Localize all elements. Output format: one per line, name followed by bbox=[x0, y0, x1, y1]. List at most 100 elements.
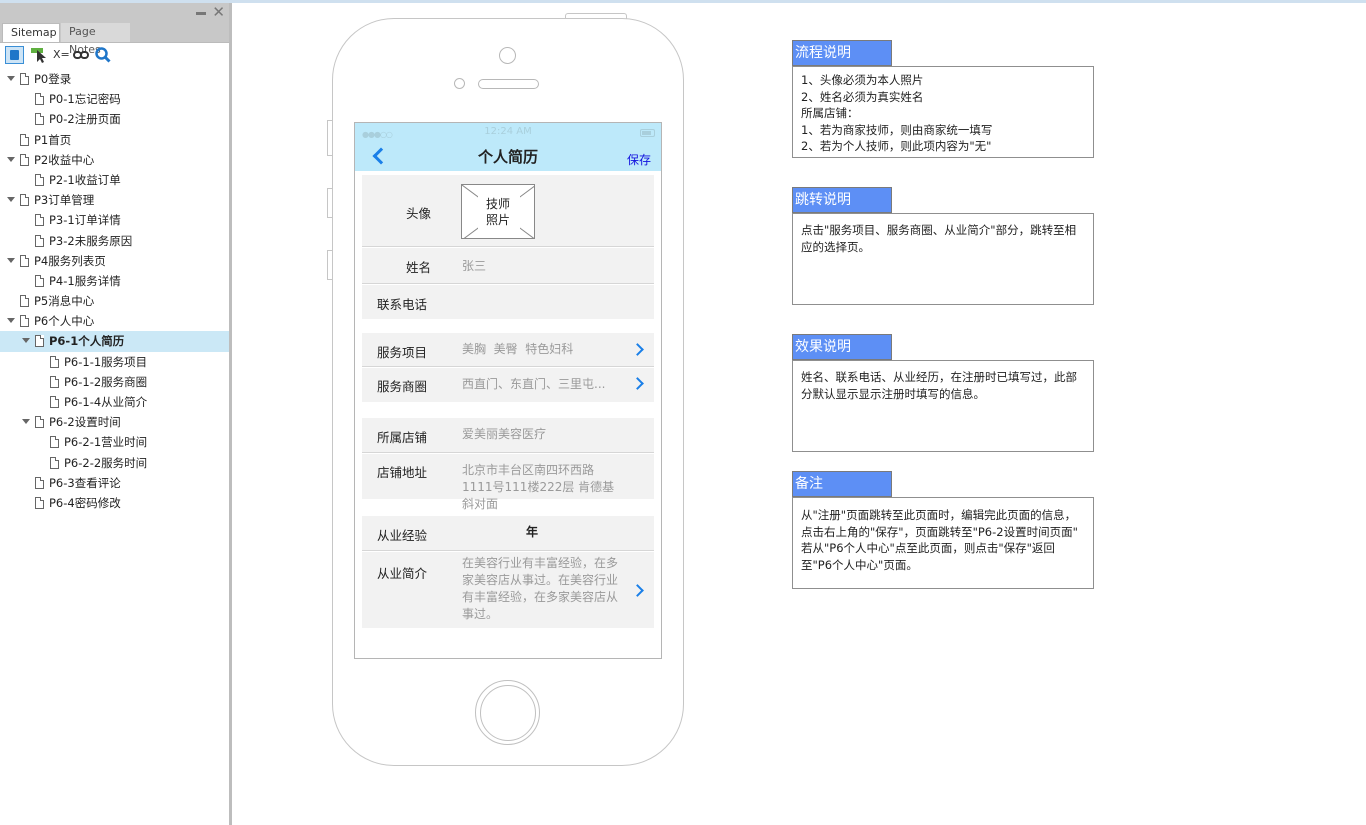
sitemap-item-label: P2-1收益订单 bbox=[49, 172, 121, 187]
caret-down-icon[interactable] bbox=[7, 318, 15, 324]
shop-address-row: 店铺地址 北京市丰台区南四环西路1111号111楼222层 肯德基斜对面 bbox=[362, 454, 654, 511]
sitemap-item[interactable]: P6个人中心 bbox=[0, 311, 230, 331]
sitemap-item-label: P6个人中心 bbox=[34, 314, 95, 329]
page-icon bbox=[35, 274, 44, 287]
experience-label: 从业经验 bbox=[377, 528, 428, 543]
page-icon bbox=[35, 476, 44, 489]
sitemap-item[interactable]: P3-1订单详情 bbox=[0, 210, 230, 230]
sitemap-item-label: P5消息中心 bbox=[34, 294, 95, 309]
mute-switch bbox=[327, 120, 332, 156]
sitemap-item[interactable]: P6-4密码修改 bbox=[0, 493, 230, 513]
tab-sitemap[interactable]: Sitemap bbox=[2, 23, 60, 42]
sitemap-item-label: P3-2未服务原因 bbox=[49, 233, 133, 248]
panel-splitter[interactable] bbox=[229, 3, 232, 825]
avatar-image-placeholder[interactable]: 技师 照片 bbox=[461, 184, 535, 239]
save-button[interactable]: 保存 bbox=[627, 151, 651, 168]
camera-icon bbox=[499, 47, 516, 64]
page-icon bbox=[20, 73, 29, 85]
experience-value[interactable]: 年 bbox=[526, 524, 538, 541]
close-icon[interactable]: ✕ bbox=[212, 4, 225, 20]
sitemap-item[interactable]: P6-1-2服务商圈 bbox=[0, 372, 230, 392]
intro-row[interactable]: 从业简介 在美容行业有丰富经验，在多家美容店从事过。在美容行业有丰富经验，在多家… bbox=[362, 552, 654, 628]
chevron-right-icon[interactable] bbox=[631, 584, 644, 597]
sitemap-item[interactable]: P6-1-4从业简介 bbox=[0, 392, 230, 412]
chevron-right-icon[interactable] bbox=[631, 343, 644, 356]
sitemap-item[interactable]: P6-3查看评论 bbox=[0, 473, 230, 493]
note-title-remark: 备注 bbox=[792, 471, 892, 497]
page-icon bbox=[35, 214, 44, 227]
service-items-row[interactable]: 服务项目 美胸 美臀 特色妇科 bbox=[362, 333, 654, 367]
volume-up-button bbox=[327, 188, 332, 218]
battery-icon bbox=[640, 129, 655, 137]
page-icon bbox=[35, 173, 44, 186]
page-icon bbox=[35, 496, 44, 509]
experience-row[interactable]: 从业经验 年 bbox=[362, 516, 654, 551]
caret-down-icon[interactable] bbox=[22, 419, 30, 425]
sitemap-item[interactable]: P6-2-2服务时间 bbox=[0, 453, 230, 473]
sitemap-item[interactable]: P6-2设置时间 bbox=[0, 412, 230, 432]
sitemap-item-label: P2收益中心 bbox=[34, 152, 95, 167]
sitemap-item[interactable]: P4-1服务详情 bbox=[0, 271, 230, 291]
caret-down-icon[interactable] bbox=[7, 156, 15, 162]
pages-icon[interactable] bbox=[5, 46, 24, 64]
phone-row[interactable]: 联系电话 bbox=[362, 285, 654, 319]
search-icon[interactable] bbox=[95, 46, 111, 64]
phone-screen: ●●●○○ 12:24 AM 个人简历 保存 头像 技师 照片 姓名 张三 联系… bbox=[354, 122, 662, 659]
sitemap-item-label: P3订单管理 bbox=[34, 193, 95, 208]
name-row[interactable]: 姓名 张三 bbox=[362, 248, 654, 284]
caret-down-icon[interactable] bbox=[7, 76, 15, 81]
page-icon bbox=[20, 295, 29, 308]
page-icon bbox=[35, 335, 44, 348]
service-area-row[interactable]: 服务商圈 西直门、东直门、三里屯... bbox=[362, 368, 654, 402]
avatar-row[interactable]: 头像 技师 照片 bbox=[362, 175, 654, 247]
note-body-flow: 1、头像必须为本人照片 2、姓名必须为真实姓名 所属店铺： 1、若为商家技师，则… bbox=[792, 66, 1094, 158]
page-icon bbox=[20, 153, 29, 166]
sitemap-item[interactable]: P3订单管理 bbox=[0, 190, 230, 210]
shop-value: 爱美丽美容医疗 bbox=[462, 427, 547, 441]
name-label: 姓名 bbox=[406, 260, 432, 275]
pointer-icon[interactable] bbox=[31, 46, 47, 64]
page-icon bbox=[50, 436, 59, 449]
service-items-value: 美胸 美臀 特色妇科 bbox=[462, 342, 574, 356]
sitemap-item[interactable]: P4服务列表页 bbox=[0, 251, 230, 271]
phone-label: 联系电话 bbox=[377, 297, 428, 312]
page-icon bbox=[35, 416, 44, 429]
service-items-label: 服务项目 bbox=[377, 345, 428, 360]
minimize-icon[interactable] bbox=[196, 12, 206, 15]
sitemap-item[interactable]: P0-2注册页面 bbox=[0, 109, 230, 129]
sitemap-item[interactable]: P6-1个人简历 bbox=[0, 331, 230, 352]
intro-value: 在美容行业有丰富经验，在多家美容店从事过。在美容行业有丰富经验，在多家美容店从事… bbox=[462, 556, 619, 621]
avatar-label: 头像 bbox=[406, 206, 432, 221]
sitemap-item[interactable]: P0登录 bbox=[0, 69, 230, 89]
sitemap-item[interactable]: P6-2-1营业时间 bbox=[0, 432, 230, 452]
home-button bbox=[475, 680, 540, 745]
sitemap-item[interactable]: P3-2未服务原因 bbox=[0, 231, 230, 251]
name-value[interactable]: 张三 bbox=[462, 258, 486, 275]
sitemap-item-label: P6-1-2服务商圈 bbox=[64, 374, 148, 389]
sitemap-item[interactable]: P1首页 bbox=[0, 130, 230, 150]
sitemap-item[interactable]: P0-1忘记密码 bbox=[0, 89, 230, 109]
caret-down-icon[interactable] bbox=[7, 257, 15, 263]
sitemap-item-label: P6-1个人简历 bbox=[49, 334, 125, 349]
note-title-flow: 流程说明 bbox=[792, 40, 892, 66]
caret-down-icon[interactable] bbox=[22, 338, 30, 344]
page-icon bbox=[20, 315, 29, 328]
sitemap-item-label: P6-3查看评论 bbox=[49, 475, 121, 490]
chevron-right-icon[interactable] bbox=[631, 377, 644, 390]
page-icon bbox=[50, 355, 59, 368]
sitemap-tree: P0登录 P0-1忘记密码 P0-2注册页面 P1首页 P2收益中心 P2-1收益订单 P3… bbox=[0, 66, 230, 513]
note-body-effect: 姓名、联系电话、从业经历，在注册时已填写过，此部分默认显示显示注册时填写的信息。 bbox=[792, 360, 1094, 452]
page-icon bbox=[35, 93, 44, 106]
sitemap-item-label: P0登录 bbox=[34, 72, 72, 86]
sitemap-item[interactable]: P6-1-1服务项目 bbox=[0, 352, 230, 372]
page-icon bbox=[20, 194, 29, 207]
link-icon[interactable] bbox=[73, 46, 89, 64]
caret-down-icon[interactable] bbox=[7, 197, 15, 203]
sitemap-item[interactable]: P2收益中心 bbox=[0, 150, 230, 170]
tab-page-notes[interactable]: Page Notes bbox=[61, 23, 130, 56]
sitemap-item[interactable]: P5消息中心 bbox=[0, 291, 230, 311]
sitemap-item[interactable]: P2-1收益订单 bbox=[0, 170, 230, 190]
page-title: 个人简历 bbox=[477, 148, 538, 166]
note-body-navigation: 点击"服务项目、服务商圈、从业简介"部分，跳转至相应的选择页。 bbox=[792, 213, 1094, 305]
variables-icon[interactable]: X= bbox=[53, 46, 70, 64]
